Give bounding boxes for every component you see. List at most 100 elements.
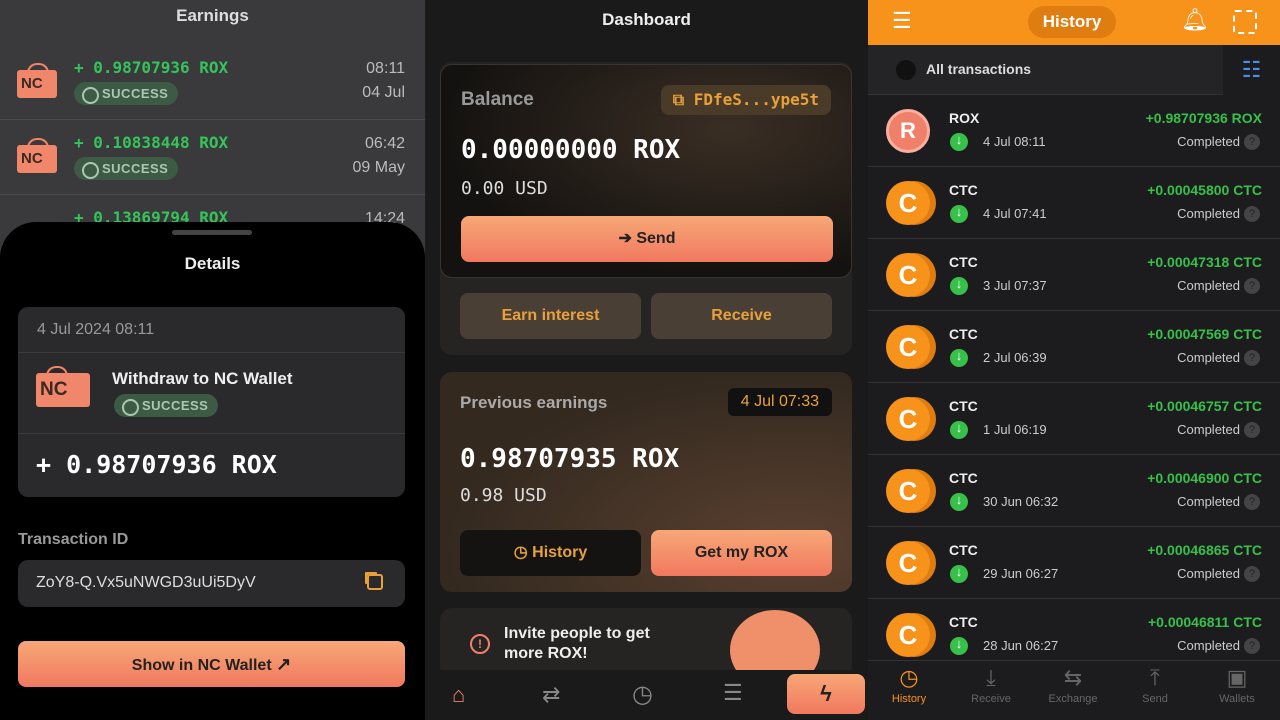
get-my-rox-button[interactable]: Get my ROX — [651, 530, 832, 576]
txid-label: Transaction ID — [18, 531, 129, 548]
help-icon[interactable]: ? — [1244, 638, 1260, 654]
coin-name: CTC — [949, 470, 978, 486]
clock-icon[interactable]: ◷ — [632, 680, 653, 709]
nav-send[interactable]: ⤒ Send — [1114, 665, 1196, 705]
balance-usd: 0.00 USD — [461, 178, 548, 199]
qr-scan-icon[interactable] — [1233, 10, 1257, 34]
date: 04 Jul — [362, 84, 405, 101]
menu-icon[interactable]: ☰ — [723, 680, 743, 706]
send-button[interactable]: ➔ Send — [461, 216, 833, 262]
nav-label: History — [891, 693, 927, 705]
tx-date: 1 Jul 06:19 — [983, 422, 1047, 437]
wallets-icon: ▣ — [1226, 665, 1248, 690]
address: FDfeS...ype5t — [693, 90, 819, 109]
prev-amount: 0.98707935 ROX — [460, 444, 680, 474]
coin-name: CTC — [949, 182, 978, 198]
history-header: ☰ History 🔔︎ — [868, 0, 1280, 45]
earn-interest-button[interactable]: Earn interest — [460, 293, 641, 339]
arrow-right-circle-icon: ➔ — [618, 230, 637, 247]
ctc-coin-icon — [886, 181, 930, 225]
nav-history[interactable]: ◷ History — [868, 665, 950, 705]
status-badge: SUCCESS — [114, 394, 219, 417]
tx-date: 3 Jul 07:37 — [983, 278, 1047, 293]
bell-icon[interactable]: 🔔︎ — [1181, 7, 1209, 33]
download-arrow-icon: ↓ — [950, 277, 968, 295]
prev-date-badge: 4 Jul 07:33 — [727, 388, 832, 416]
boost-lightning-button[interactable]: ϟ — [787, 674, 865, 714]
receive-button[interactable]: Receive — [651, 293, 832, 339]
coin-name: ROX — [949, 110, 980, 126]
nav-wallets[interactable]: ▣ Wallets — [1196, 665, 1278, 705]
balance-card: Balance ⧉ FDfeS...ype5t 0.00000000 ROX 0… — [440, 64, 852, 278]
detail-description: Withdraw to NC Wallet — [112, 369, 293, 388]
balance-amount: 0.00000000 ROX — [461, 135, 681, 165]
coin-name: CTC — [949, 542, 978, 558]
transaction-row[interactable]: CTC ↓ 1 Jul 06:19 +0.00046757 CTC Comple… — [868, 383, 1280, 455]
earning-time: 06:42 09 May — [353, 132, 405, 180]
nav-receive[interactable]: ⤓ Receive — [950, 665, 1032, 705]
transaction-row[interactable]: CTC ↓ 3 Jul 07:37 +0.00047318 CTC Comple… — [868, 239, 1280, 311]
show-in-nc-wallet-button[interactable]: Show in NC Wallet ↗ — [18, 641, 405, 687]
hamburger-menu-icon[interactable]: ☰ — [892, 8, 912, 34]
help-icon[interactable]: ? — [1244, 422, 1260, 438]
help-icon[interactable]: ? — [1244, 134, 1260, 150]
address-copy-button[interactable]: ⧉ FDfeS...ype5t — [660, 85, 831, 115]
nav-label: Wallets — [1219, 693, 1255, 705]
transaction-row[interactable]: CTC ↓ 29 Jun 06:27 +0.00046865 CTC Compl… — [868, 527, 1280, 599]
earning-item[interactable]: NC + 0.98707936 ROX SUCCESS 08:11 04 Jul — [0, 45, 425, 120]
help-icon[interactable]: ? — [1244, 566, 1260, 582]
time: 08:11 — [366, 60, 405, 77]
nav-label: Exchange — [1048, 693, 1098, 705]
transaction-row[interactable]: CTC ↓ 2 Jul 06:39 +0.00047569 CTC Comple… — [868, 311, 1280, 383]
copy-icon[interactable] — [367, 574, 383, 590]
tx-amount: +0.00045800 CTC — [1147, 182, 1262, 198]
tx-date: 2 Jul 06:39 — [983, 350, 1047, 365]
coin-name: CTC — [949, 398, 978, 414]
help-icon[interactable]: ? — [1244, 278, 1260, 294]
filter-settings-icon[interactable]: ☷ — [1223, 45, 1280, 95]
transaction-row[interactable]: ROX ↓ 4 Jul 08:11 +0.98707936 ROX Comple… — [868, 95, 1280, 167]
rox-coin-icon — [886, 109, 930, 153]
tx-amount: +0.00046865 CTC — [1147, 542, 1262, 558]
earning-item[interactable]: NC + 0.10838448 ROX SUCCESS 06:42 09 May — [0, 120, 425, 195]
tx-status: Completed — [1177, 566, 1240, 581]
copy-icon: ⧉ — [672, 90, 694, 109]
tx-date: 4 Jul 08:11 — [983, 134, 1046, 149]
transaction-row[interactable]: CTC ↓ 30 Jun 06:32 +0.00046900 CTC Compl… — [868, 455, 1280, 527]
tx-status: Completed — [1177, 494, 1240, 509]
filter-label[interactable]: All transactions — [926, 61, 1031, 77]
download-arrow-icon: ↓ — [950, 565, 968, 583]
history-icon: ◷ — [899, 665, 919, 690]
nav-exchange[interactable]: ⇆ Exchange — [1032, 665, 1114, 705]
transaction-row[interactable]: CTC ↓ 4 Jul 07:41 +0.00045800 CTC Comple… — [868, 167, 1280, 239]
nav-label: Send — [1142, 693, 1168, 705]
drag-handle[interactable] — [172, 230, 252, 235]
exchange-icon[interactable]: ⇄ — [542, 682, 560, 708]
nc-wallet-icon: NC — [17, 63, 57, 98]
tx-date: 30 Jun 06:32 — [983, 494, 1059, 509]
help-icon[interactable]: ? — [1244, 206, 1260, 222]
earnings-title: Earnings — [176, 6, 249, 25]
history-button[interactable]: ◷ History — [460, 530, 641, 576]
ctc-coin-icon — [886, 469, 930, 513]
radio-icon[interactable] — [896, 60, 916, 80]
dashboard-panel: Dashboard Balance ⧉ FDfeS...ype5t 0.0000… — [425, 0, 868, 720]
sheet-title: Details — [184, 254, 241, 273]
help-icon[interactable]: ? — [1244, 350, 1260, 366]
invite-banner[interactable]: ! Invite people to get more ROX! — [440, 608, 852, 690]
nc-wallet-icon: NC — [17, 138, 57, 173]
help-icon[interactable]: ? — [1244, 494, 1260, 510]
status-badge: SUCCESS — [74, 157, 179, 180]
download-arrow-icon: ↓ — [950, 637, 968, 655]
tx-date: 28 Jun 06:27 — [983, 638, 1059, 653]
coin-name: CTC — [949, 326, 978, 342]
details-sheet: Details 4 Jul 2024 08:11 NC Withdraw to … — [0, 222, 425, 720]
balance-label: Balance — [461, 89, 534, 110]
download-arrow-icon: ↓ — [950, 493, 968, 511]
earning-amount: + 0.98707936 ROX — [74, 58, 229, 77]
send-icon: ⤒ — [1150, 665, 1160, 690]
receive-icon: ⤓ — [986, 665, 996, 690]
tx-status: Completed — [1177, 422, 1240, 437]
tx-status: Completed — [1177, 638, 1240, 653]
home-icon[interactable]: ⌂ — [452, 682, 465, 708]
